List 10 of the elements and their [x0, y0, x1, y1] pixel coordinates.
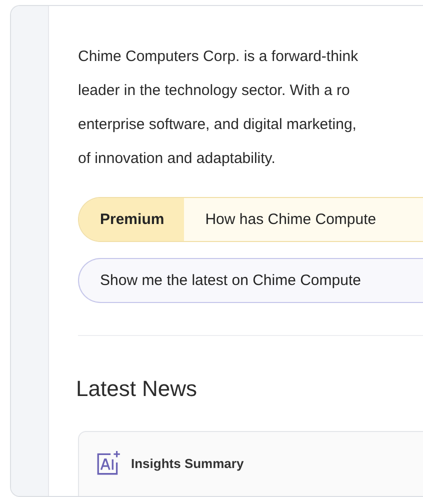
suggested-prompt-button[interactable]: Show me the latest on Chime Compute: [78, 258, 423, 303]
summary-text: Chime Computers Corp. is a forward-think: [78, 47, 360, 67]
suggested-prompt-button[interactable]: Premium How has Chime Compute: [78, 197, 423, 242]
summary-text: enterprise software, and digital marketing,: [78, 115, 358, 135]
summary-text: of innovation and adaptability.: [78, 149, 276, 169]
premium-badge: Premium: [79, 198, 184, 241]
card-title: Insights Summary: [131, 456, 244, 471]
section-heading: Latest News: [76, 376, 198, 402]
summary-text: leader in the technology sector. With a ro: [78, 81, 351, 101]
ai-sparkle-icon: [95, 450, 122, 477]
